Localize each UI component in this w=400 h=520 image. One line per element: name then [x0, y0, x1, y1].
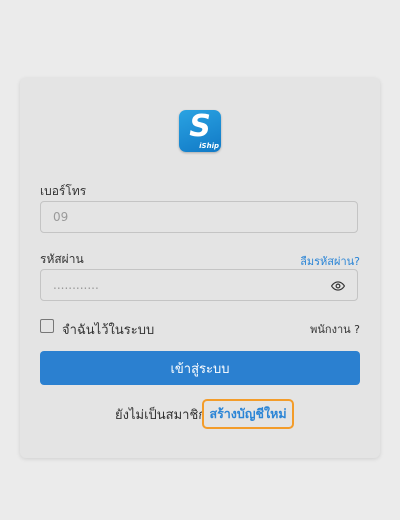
eye-icon[interactable]: [331, 279, 345, 293]
forgot-password-link[interactable]: ลืมรหัสผ่าน?: [300, 252, 360, 270]
logo-text: iShip: [199, 142, 219, 150]
password-input[interactable]: [41, 270, 357, 300]
login-button[interactable]: เข้าสู่ระบบ: [40, 351, 360, 385]
create-account-link[interactable]: สร้างบัญชีใหม่: [202, 399, 294, 429]
phone-input-wrapper: [40, 201, 358, 233]
remember-checkbox[interactable]: [40, 319, 54, 333]
not-member-text: ยังไม่เป็นสมาชิก: [115, 408, 207, 423]
login-card: S iShip เบอร์โทร รหัสผ่าน ลืมรหัสผ่าน? จ…: [20, 78, 380, 458]
phone-label: เบอร์โทร: [40, 184, 87, 198]
password-input-wrapper: [40, 269, 358, 301]
remember-label: จำฉันไว้ในระบบ: [62, 323, 155, 338]
staff-link[interactable]: พนักงาน ?: [310, 320, 360, 338]
ship-logo-icon: S iShip: [179, 110, 221, 152]
phone-input[interactable]: [41, 202, 357, 232]
password-label: รหัสผ่าน: [40, 252, 84, 266]
